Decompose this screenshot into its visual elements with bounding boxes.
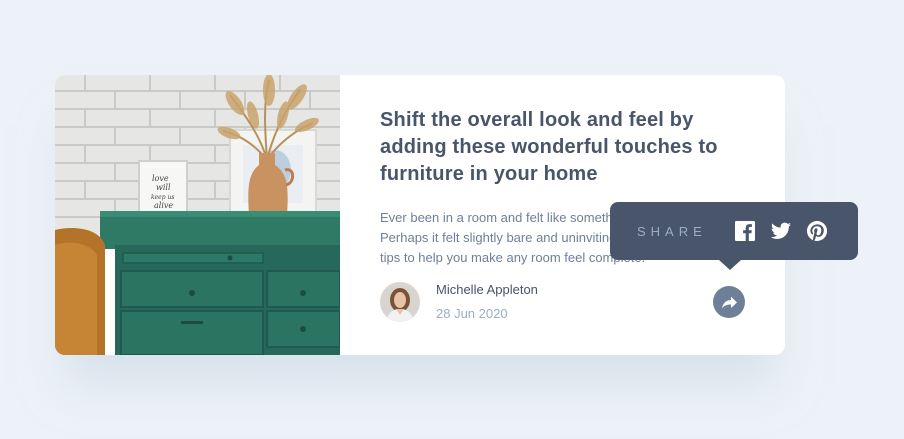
drawers-photo: love will keep us alive [55, 75, 340, 355]
frame-text-4: alive [154, 201, 173, 210]
facebook-icon[interactable] [734, 221, 755, 241]
avatar [380, 282, 420, 322]
article-title[interactable]: Shift the overall look and feel by addin… [380, 107, 740, 188]
post-date: 28 Jun 2020 [436, 306, 508, 321]
share-icon [721, 296, 737, 308]
author-info: Michelle Appleton 28 Jun 2020 [380, 281, 538, 323]
share-tooltip: SHARE [610, 202, 858, 270]
share-button[interactable] [713, 286, 745, 318]
frame-text-1: love [152, 174, 169, 183]
frame-text-3: keep us [151, 194, 174, 201]
author-name: Michelle Appleton [436, 282, 538, 297]
twitter-icon[interactable] [770, 221, 791, 241]
pinterest-icon[interactable] [806, 221, 827, 241]
share-label: SHARE [637, 223, 707, 239]
frame-text-2: will [156, 183, 171, 192]
author-meta: Michelle Appleton 28 Jun 2020 [436, 281, 538, 323]
